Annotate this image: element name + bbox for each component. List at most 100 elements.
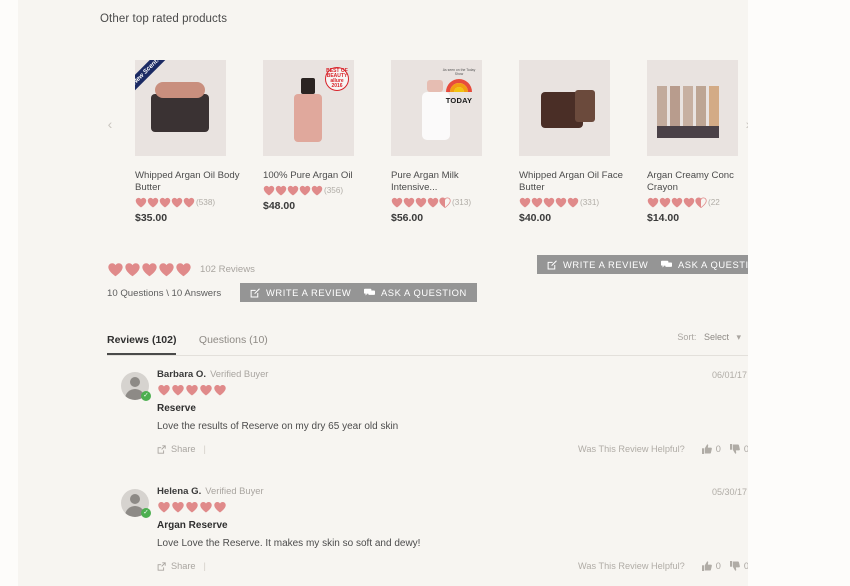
avatar: ✓	[121, 372, 151, 401]
review-footer: Share | Was This Review Helpful? 0 0	[157, 561, 748, 573]
heart-icon	[275, 185, 287, 196]
page-root: Other top rated products ‹ › New Scent!W…	[0, 0, 850, 586]
thumbs-down-icon	[729, 561, 740, 571]
heart-icon	[183, 197, 195, 208]
reviews-count-label: 102 Reviews	[200, 264, 255, 275]
product-image[interactable]	[647, 60, 738, 156]
tab-questions[interactable]: Questions (10)	[199, 334, 268, 353]
sort-control[interactable]: Sort: Select ▾	[672, 332, 741, 343]
product-title[interactable]: Whipped Argan Oil Body Butter	[135, 170, 245, 194]
product-rating: (538)	[135, 197, 263, 208]
review-text: Love the results of Reserve on my dry 65…	[157, 421, 399, 432]
review-footer: Share | Was This Review Helpful? 0 0	[157, 444, 748, 456]
sort-value: Select	[703, 332, 729, 342]
thumbs-down-button[interactable]: 0	[729, 561, 748, 571]
divider: |	[203, 444, 206, 454]
write-review-label-top: WRITE A REVIEW	[563, 259, 649, 270]
thumbs-up-icon	[701, 561, 712, 571]
rating-hearts	[263, 185, 323, 196]
product-title[interactable]: 100% Pure Argan Oil	[263, 170, 373, 182]
heart-icon	[439, 197, 451, 208]
product-image[interactable]	[519, 60, 610, 156]
product-image[interactable]: New Scent!	[135, 60, 226, 156]
verified-buyer-label: Verified Buyer	[210, 368, 269, 379]
product-card[interactable]: New Scent! Whipped Argan Oil Body Butter (…	[135, 60, 263, 224]
content-panel: Other top rated products ‹ › New Scent!W…	[18, 0, 748, 586]
heart-icon	[567, 197, 579, 208]
write-review-button-top[interactable]: WRITE A REVIEW	[537, 255, 659, 274]
product-rating: (331)	[519, 197, 647, 208]
heart-icon	[311, 185, 323, 196]
heart-icon	[427, 197, 439, 208]
heart-icon	[141, 262, 158, 277]
rating-hearts	[135, 197, 195, 208]
divider: |	[203, 561, 206, 571]
rating-hearts	[391, 197, 451, 208]
ask-question-button-bottom[interactable]: ASK A QUESTION	[354, 283, 477, 302]
product-card-list: New Scent! Whipped Argan Oil Body Butter (…	[135, 60, 748, 240]
product-image[interactable]: As seen on the Today Show TODAY	[391, 60, 482, 156]
heart-icon	[199, 501, 213, 513]
speech-bubble-icon	[364, 288, 375, 298]
share-button[interactable]: Share |	[157, 444, 206, 454]
helpful-label: Was This Review Helpful?	[578, 444, 685, 454]
thumbs-up-button[interactable]: 0	[701, 561, 721, 571]
avatar: ✓	[121, 489, 151, 518]
helpful-label: Was This Review Helpful?	[578, 561, 685, 571]
compose-icon	[250, 287, 260, 298]
review-rating-hearts	[157, 501, 717, 513]
heart-icon	[199, 384, 213, 396]
product-title[interactable]: Pure Argan Milk Intensive...	[391, 170, 501, 194]
review-rating-hearts	[157, 384, 717, 396]
share-icon	[157, 444, 166, 454]
share-label: Share	[171, 561, 196, 571]
heart-icon	[403, 197, 415, 208]
heart-icon	[415, 197, 427, 208]
thumbs-up-icon	[701, 444, 712, 454]
product-image[interactable]: BEST OF BEAUTY allure 2016	[263, 60, 354, 156]
share-button[interactable]: Share |	[157, 561, 206, 571]
carousel-prev-button[interactable]: ‹	[100, 112, 120, 136]
rating-count: (356)	[324, 186, 344, 195]
product-card[interactable]: Argan Creamy Conc Crayon (22 $14.00	[647, 60, 748, 224]
thumbs-up-count: 0	[715, 561, 721, 571]
product-card[interactable]: BEST OF BEAUTY allure 2016 100% Pure Arga…	[263, 60, 391, 212]
write-review-button-bottom[interactable]: WRITE A REVIEW	[240, 283, 362, 302]
product-carousel: ‹ › New Scent!Whipped Argan Oil Body But…	[18, 60, 748, 240]
heart-icon	[683, 197, 695, 208]
heart-icon	[213, 501, 227, 513]
compose-icon	[547, 259, 557, 270]
reviewer-name: Barbara O.	[157, 369, 207, 380]
product-card[interactable]: Whipped Argan Oil Face Butter (331) $40.00	[519, 60, 647, 224]
tab-reviews[interactable]: Reviews (102)	[107, 334, 177, 355]
ask-question-label-top: ASK A QUESTION	[678, 259, 748, 270]
other-products-heading: Other top rated products	[100, 13, 228, 25]
thumbs-up-button[interactable]: 0	[701, 444, 721, 454]
heart-icon	[263, 185, 275, 196]
heart-icon	[171, 501, 185, 513]
heart-icon	[124, 262, 141, 277]
product-title[interactable]: Whipped Argan Oil Face Butter	[519, 170, 629, 194]
allure-award-badge: BEST OF BEAUTY allure 2016	[325, 67, 349, 91]
heart-icon	[659, 197, 671, 208]
product-title[interactable]: Argan Creamy Conc Crayon	[647, 170, 748, 194]
heart-icon	[171, 197, 183, 208]
rating-count: (331)	[580, 198, 600, 207]
reviewer-name: Helena G.	[157, 486, 202, 497]
heart-icon	[543, 197, 555, 208]
ask-question-button-top[interactable]: ASK A QUESTION	[651, 255, 748, 274]
product-card[interactable]: As seen on the Today Show TODAY Pure Argan…	[391, 60, 519, 224]
heart-icon	[175, 262, 192, 277]
rating-hearts	[107, 262, 192, 277]
thumbs-up-count: 0	[715, 444, 721, 454]
heart-icon	[185, 384, 199, 396]
rating-hearts	[519, 197, 579, 208]
product-price: $40.00	[519, 212, 552, 224]
thumbs-down-button[interactable]: 0	[729, 444, 748, 454]
heart-icon	[185, 501, 199, 513]
thumbs-down-count: 0	[743, 561, 748, 571]
rating-count: (22	[708, 198, 720, 207]
write-review-label-bottom: WRITE A REVIEW	[266, 287, 352, 298]
heart-icon	[671, 197, 683, 208]
helpful-group: Was This Review Helpful? 0 0	[578, 444, 748, 454]
